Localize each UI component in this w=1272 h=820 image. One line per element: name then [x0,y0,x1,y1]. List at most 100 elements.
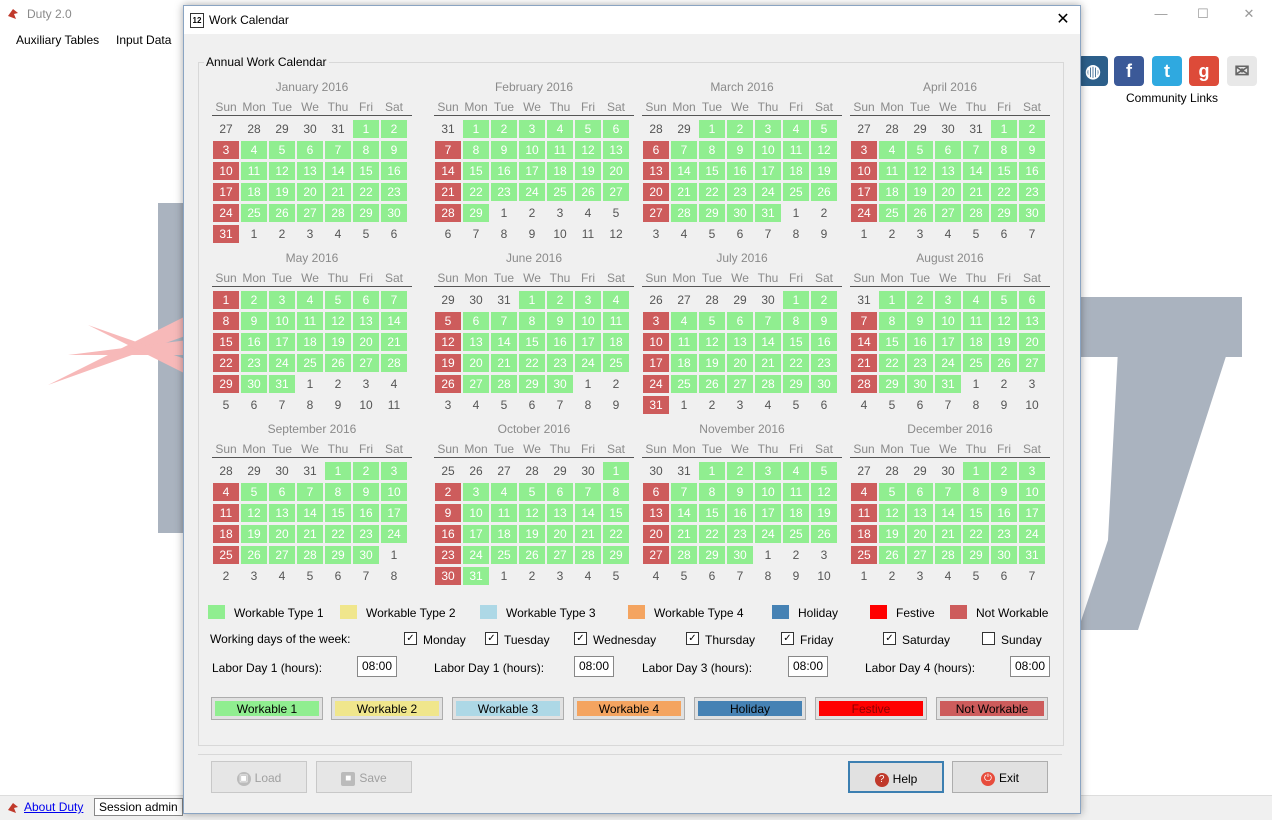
day-checkbox[interactable]: ✓ [686,632,699,645]
day-cell[interactable]: 21 [963,183,989,201]
day-cell[interactable]: 19 [325,333,351,351]
day-cell[interactable]: 3 [463,483,489,501]
day-cell[interactable]: 8 [325,483,351,501]
day-cell[interactable]: 31 [269,375,295,393]
day-cell[interactable]: 14 [297,504,323,522]
day-cell[interactable]: 4 [491,483,517,501]
day-cell[interactable]: 9 [727,141,753,159]
day-cell[interactable]: 30 [241,375,267,393]
day-cell[interactable]: 1 [879,291,905,309]
day-cell[interactable]: 21 [297,525,323,543]
day-cell[interactable]: 24 [935,354,961,372]
day-cell[interactable]: 25 [547,183,573,201]
day-cell[interactable]: 18 [879,183,905,201]
day-cell[interactable]: 21 [381,333,407,351]
day-cell[interactable]: 20 [547,525,573,543]
day-cell[interactable]: 11 [963,312,989,330]
day-cell[interactable]: 4 [671,312,697,330]
day-cell[interactable]: 22 [213,354,239,372]
day-cell[interactable]: 10 [463,504,489,522]
day-cell[interactable]: 25 [783,525,809,543]
day-cell[interactable]: 1 [963,462,989,480]
day-cell[interactable]: 6 [643,141,669,159]
mail-icon[interactable]: ✉ [1227,56,1257,86]
close-icon[interactable]: ✕ [1234,4,1264,24]
day-cell[interactable]: 5 [811,462,837,480]
day-cell[interactable]: 20 [935,183,961,201]
day-cell[interactable]: 17 [381,504,407,522]
day-cell[interactable]: 7 [671,141,697,159]
labor-hours-input[interactable]: 08:00 [574,656,614,677]
day-cell[interactable]: 12 [811,141,837,159]
day-cell[interactable]: 18 [783,162,809,180]
day-cell[interactable]: 19 [435,354,461,372]
day-cell[interactable]: 18 [603,333,629,351]
day-checkbox[interactable]: ✓ [781,632,794,645]
day-cell[interactable]: 7 [671,483,697,501]
day-cell[interactable]: 12 [435,333,461,351]
day-cell[interactable]: 24 [269,354,295,372]
day-cell[interactable]: 29 [603,546,629,564]
day-cell[interactable]: 17 [269,333,295,351]
day-checkbox[interactable]: ✓ [574,632,587,645]
day-cell[interactable]: 13 [907,504,933,522]
day-cell[interactable]: 11 [603,312,629,330]
day-checkbox[interactable]: ✓ [485,632,498,645]
day-cell[interactable]: 22 [603,525,629,543]
day-cell[interactable]: 2 [1019,120,1045,138]
day-cell[interactable]: 28 [325,204,351,222]
day-cell[interactable]: 1 [325,462,351,480]
day-cell[interactable]: 10 [1019,483,1045,501]
type-button[interactable]: Workable 1 [211,697,323,720]
day-cell[interactable]: 27 [907,546,933,564]
day-cell[interactable]: 10 [755,141,781,159]
day-cell[interactable]: 28 [435,204,461,222]
day-cell[interactable]: 22 [519,354,545,372]
day-cell[interactable]: 26 [907,204,933,222]
day-cell[interactable]: 15 [463,162,489,180]
day-cell[interactable]: 16 [547,333,573,351]
day-cell[interactable]: 23 [547,354,573,372]
day-cell[interactable]: 3 [643,312,669,330]
day-cell[interactable]: 17 [643,354,669,372]
day-cell[interactable]: 2 [435,483,461,501]
day-cell[interactable]: 2 [491,120,517,138]
day-cell[interactable]: 6 [1019,291,1045,309]
day-cell[interactable]: 10 [381,483,407,501]
day-cell[interactable]: 15 [699,504,725,522]
day-cell[interactable]: 16 [241,333,267,351]
day-cell[interactable]: 1 [353,120,379,138]
type-button[interactable]: Workable 3 [452,697,564,720]
day-cell[interactable]: 12 [575,141,601,159]
day-cell[interactable]: 22 [699,525,725,543]
day-cell[interactable]: 22 [963,525,989,543]
twitter-icon[interactable]: t [1152,56,1182,86]
day-cell[interactable]: 4 [783,462,809,480]
day-cell[interactable]: 20 [907,525,933,543]
day-cell[interactable]: 2 [727,462,753,480]
day-cell[interactable]: 14 [491,333,517,351]
day-cell[interactable]: 6 [353,291,379,309]
google-icon[interactable]: g [1189,56,1219,86]
day-cell[interactable]: 30 [727,204,753,222]
day-cell[interactable]: 13 [643,504,669,522]
day-cell[interactable]: 12 [879,504,905,522]
day-cell[interactable]: 25 [963,354,989,372]
day-cell[interactable]: 4 [213,483,239,501]
day-cell[interactable]: 21 [491,354,517,372]
day-cell[interactable]: 11 [783,141,809,159]
day-cell[interactable]: 4 [241,141,267,159]
day-cell[interactable]: 23 [727,525,753,543]
day-cell[interactable]: 19 [241,525,267,543]
day-cell[interactable]: 28 [381,354,407,372]
day-cell[interactable]: 17 [755,162,781,180]
day-cell[interactable]: 4 [547,120,573,138]
day-cell[interactable]: 4 [963,291,989,309]
day-cell[interactable]: 22 [783,354,809,372]
day-cell[interactable]: 26 [879,546,905,564]
day-cell[interactable]: 8 [879,312,905,330]
day-cell[interactable]: 29 [699,204,725,222]
day-cell[interactable]: 30 [547,375,573,393]
day-cell[interactable]: 27 [297,204,323,222]
day-cell[interactable]: 3 [381,462,407,480]
